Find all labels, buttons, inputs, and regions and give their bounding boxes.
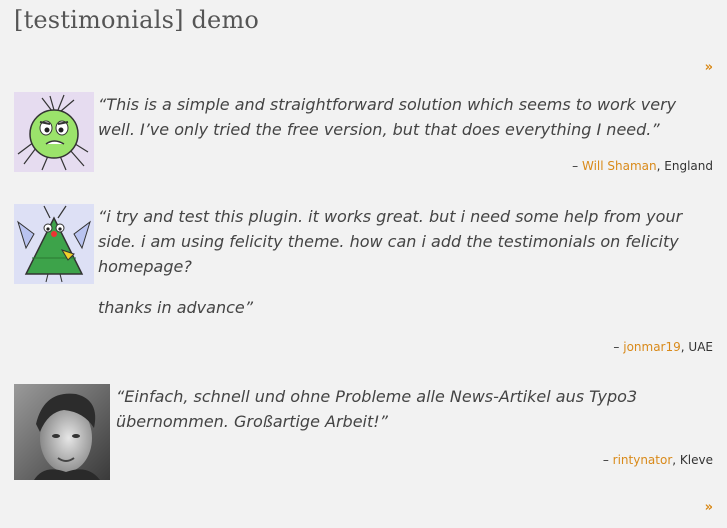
testimonial-attribution: – Will Shaman, England xyxy=(572,159,713,173)
author-location: England xyxy=(664,159,713,173)
quote-text: “This is a simple and straightforward so… xyxy=(98,95,677,139)
attribution-separator: , xyxy=(672,453,677,467)
testimonial-quote: “This is a simple and straightforward so… xyxy=(98,92,708,158)
author-link[interactable]: jonmar19 xyxy=(623,340,681,354)
attribution-separator: , xyxy=(656,159,661,173)
page-title: [testimonials] demo xyxy=(14,6,260,34)
attribution-dash: – xyxy=(572,159,579,173)
author-location: UAE xyxy=(688,340,713,354)
testimonial-attribution: – jonmar19, UAE xyxy=(613,340,713,354)
quote-text: “i try and test this plugin. it works gr… xyxy=(98,207,683,276)
quote-text: “Einfach, schnell und ohne Probleme alle… xyxy=(116,387,638,431)
next-page-link-bottom[interactable]: » xyxy=(705,500,713,515)
author-location: Kleve xyxy=(679,453,713,467)
avatar-tree-bug xyxy=(14,204,94,284)
testimonial-attribution: – rintynator, Kleve xyxy=(603,453,713,467)
quote-text-p2: thanks in advance” xyxy=(98,298,254,317)
next-page-link-top[interactable]: » xyxy=(705,60,713,75)
author-link[interactable]: Will Shaman xyxy=(582,159,657,173)
testimonial-quote: “i try and test this plugin. it works gr… xyxy=(98,204,708,336)
author-link[interactable]: rintynator xyxy=(613,453,673,467)
avatar-green-bug xyxy=(14,92,94,172)
testimonial-quote: “Einfach, schnell und ohne Probleme alle… xyxy=(116,384,696,450)
avatar-person-photo xyxy=(14,384,110,480)
attribution-dash: – xyxy=(602,453,609,467)
attribution-separator: , xyxy=(680,340,685,354)
attribution-dash: – xyxy=(613,340,620,354)
